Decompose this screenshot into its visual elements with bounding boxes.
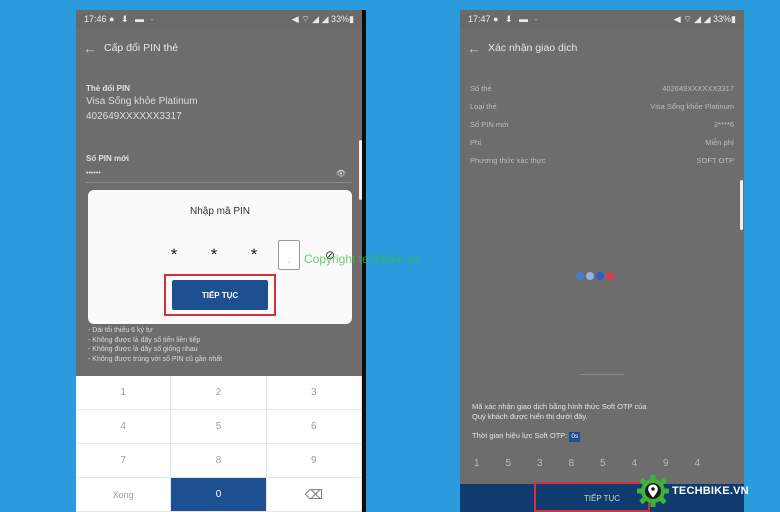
right-phone-screen: 17:47 ● ⬇ ▬ · ◀ ⌔ ◢ ◢ 33%▮ ← Xác nhận gi… — [460, 10, 744, 512]
otp-code: 1 5 3 8 5 4 9 4 — [474, 458, 726, 469]
rule-item: - Dài tối thiểu 6 ký tự — [88, 327, 153, 334]
pin-digit: * — [210, 245, 218, 264]
loading-indicator — [576, 272, 616, 280]
back-arrow-icon[interactable]: ← — [460, 41, 488, 56]
key-done[interactable]: Xong — [76, 478, 172, 512]
otp-digit: 8 — [568, 458, 575, 469]
detail-label: Số PIN mới — [470, 120, 509, 129]
key-0[interactable]: 0 — [171, 478, 267, 512]
back-arrow-icon[interactable]: ← — [76, 41, 104, 56]
key-9[interactable]: 9 — [266, 444, 362, 478]
detail-label: Số thẻ — [470, 84, 492, 93]
detail-value: Visa Sống khỏe Platinum — [650, 102, 734, 111]
otp-description: Mã xác nhận giao dịch bằng hình thức Sof… — [472, 402, 647, 421]
otp-digit: 3 — [537, 458, 543, 469]
detail-value: SOFT OTP — [696, 156, 734, 165]
status-bar: 17:47 ● ⬇ ▬ · ◀ ⌔ ◢ ◢ 33%▮ — [460, 10, 744, 28]
copyright-watermark: Copyright techbike.vn — [304, 252, 420, 266]
new-pin-label: Số PIN mới — [86, 154, 130, 163]
page-title: Xác nhận giao dịch — [488, 42, 578, 54]
otp-digit: 4 — [694, 458, 701, 469]
otp-digit: 9 — [663, 458, 669, 469]
key-1[interactable]: 1 — [76, 376, 172, 410]
backspace-icon[interactable]: ⌫ — [266, 478, 362, 512]
otp-timer-badge: 0s — [569, 432, 581, 442]
otp-text-line: Quý khách được hiển thị dưới đây. — [472, 411, 588, 421]
techbike-logo: TECHBIKE.VN — [636, 474, 749, 508]
key-4[interactable]: 4 — [76, 410, 172, 444]
key-2[interactable]: 2 — [171, 376, 267, 410]
otp-digit: 4 — [631, 458, 638, 469]
status-icons: ● ⬇ ▬ · — [109, 13, 156, 24]
pin-digit: * — [170, 245, 178, 264]
card-label: Thẻ đổi PIN — [86, 84, 130, 93]
loader-dot — [606, 272, 614, 280]
detail-label: Loại thẻ — [470, 102, 497, 111]
rule-item: - Không được là dãy số giống nhau — [88, 346, 198, 353]
card-name: Visa Sống khỏe Platinum — [86, 96, 198, 107]
page-title: Cấp đổi PIN thẻ — [104, 42, 179, 54]
highlight-frame — [164, 274, 276, 316]
loader-dot — [576, 272, 584, 280]
pin-input-box[interactable]: . — [278, 240, 300, 270]
detail-label: Phí — [470, 138, 482, 147]
battery-indicator: ◀ ⌔ ◢ ◢ 33%▮ — [291, 13, 354, 24]
eye-icon[interactable]: 👁 — [336, 169, 346, 178]
detail-value: Miễn phí — [705, 138, 734, 147]
status-time: 17:47 — [468, 13, 491, 24]
detail-label: Phương thức xác thực — [470, 156, 546, 165]
otp-validity-label: Thời gian hiệu lực Soft OTP: — [472, 431, 568, 440]
numeric-keypad: 1 2 3 4 5 6 7 8 9 Xong 0 ⌫ — [76, 376, 362, 512]
key-5[interactable]: 5 — [171, 410, 267, 444]
loader-dot — [596, 272, 604, 280]
key-7[interactable]: 7 — [76, 444, 172, 478]
rule-item: - Không được là dãy số tiến liền tiếp — [88, 336, 201, 344]
otp-text-line: Mã xác nhận giao dịch bằng hình thức Sof… — [472, 402, 647, 411]
map-pin-icon — [636, 474, 670, 508]
scrollbar[interactable] — [740, 180, 743, 230]
pin-dialog-title: Nhập mã PIN — [189, 206, 251, 217]
app-bar: ← Cấp đổi PIN thẻ — [76, 28, 362, 68]
app-bar: ← Xác nhận giao dịch — [460, 28, 744, 68]
status-icons: ● ⬇ ▬ · — [493, 13, 540, 24]
rule-item: - Không được trùng với số PIN cũ gần nhấ… — [88, 355, 223, 363]
logo-text: TECHBIKE.VN — [672, 485, 749, 497]
detail-value: 2****6 — [713, 120, 734, 129]
detail-value: 402649XXXXXX3317 — [662, 84, 734, 93]
pin-digit: * — [250, 245, 258, 264]
battery-indicator: ◀ ⌔ ◢ ◢ 33%▮ — [673, 13, 736, 24]
handle-bar — [580, 374, 624, 375]
key-3[interactable]: 3 — [266, 376, 362, 410]
key-8[interactable]: 8 — [171, 444, 267, 478]
status-bar: 17:46 ● ⬇ ▬ · ◀ ⌔ ◢ ◢ 33%▮ — [76, 10, 362, 28]
status-time: 17:46 — [84, 13, 107, 24]
otp-digit: 5 — [600, 458, 606, 469]
otp-digit: 5 — [505, 458, 512, 469]
new-pin-value[interactable]: •••••• — [86, 170, 101, 177]
key-6[interactable]: 6 — [266, 410, 362, 444]
card-number: 402649XXXXXX3317 — [86, 111, 182, 122]
otp-digit: 1 — [474, 458, 480, 469]
pin-rules: - Dài tối thiểu 6 ký tự - Không được là … — [88, 326, 222, 364]
loader-dot — [586, 272, 594, 280]
pin-cursor: . — [287, 255, 291, 265]
otp-validity: Thời gian hiệu lực Soft OTP: 0s — [472, 431, 581, 442]
pin-underline — [86, 182, 352, 183]
highlight-frame — [534, 482, 650, 512]
